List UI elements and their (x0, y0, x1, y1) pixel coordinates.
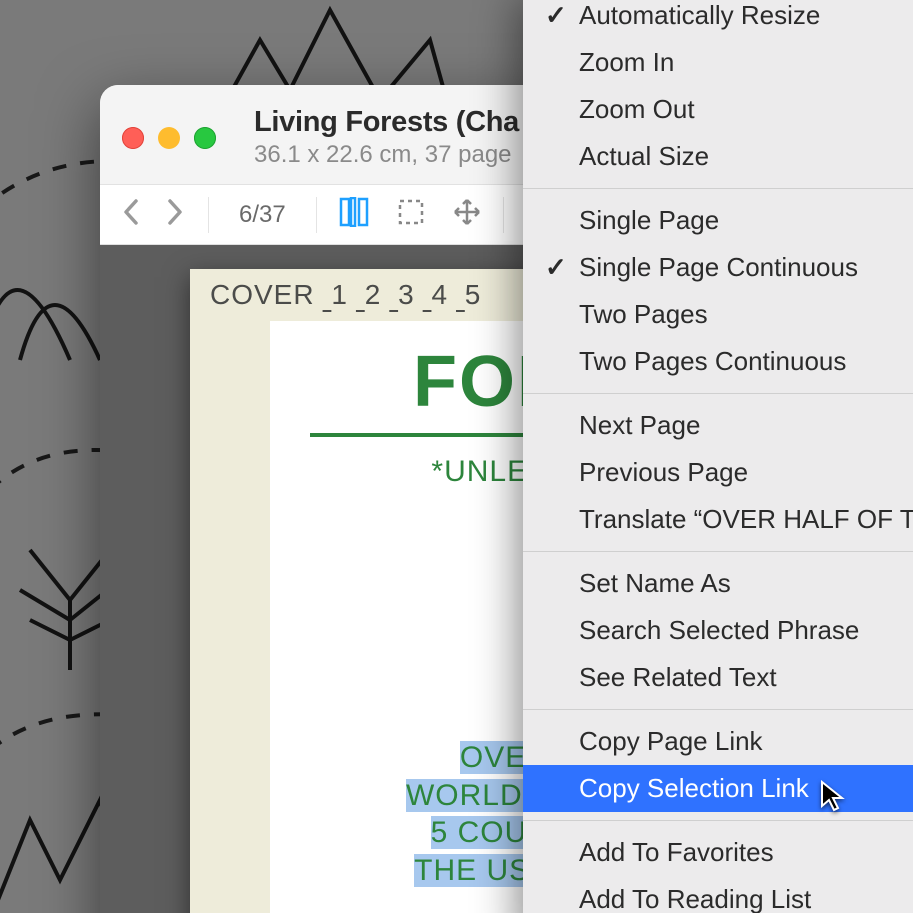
page-nav-4[interactable]: 4 (431, 279, 448, 311)
menu-separator (523, 393, 913, 394)
menu-item-previous-page[interactable]: Previous Page (523, 449, 913, 496)
forward-button[interactable] (162, 197, 186, 232)
menu-item-copy-selection-link[interactable]: Copy Selection Link (523, 765, 913, 812)
zoom-button[interactable] (194, 127, 216, 149)
page-nav-3[interactable]: 3 (398, 279, 415, 311)
menu-item-single-page-continuous[interactable]: Single Page Continuous (523, 244, 913, 291)
context-menu[interactable]: Automatically ResizeZoom InZoom OutActua… (523, 0, 913, 913)
divider (503, 197, 504, 233)
mouse-cursor-icon (820, 780, 846, 806)
menu-item-translate-over-half-of-th[interactable]: Translate “OVER HALF OF TH (523, 496, 913, 543)
window-title: Living Forests (Cha (254, 106, 519, 139)
text-select-tool-icon[interactable] (339, 197, 369, 232)
page-nav-1[interactable]: 1 (331, 279, 348, 311)
minimize-button[interactable] (158, 127, 180, 149)
menu-item-copy-page-link[interactable]: Copy Page Link (523, 718, 913, 765)
menu-separator (523, 820, 913, 821)
menu-item-zoom-out[interactable]: Zoom Out (523, 86, 913, 133)
menu-item-next-page[interactable]: Next Page (523, 402, 913, 449)
menu-item-zoom-in[interactable]: Zoom In (523, 39, 913, 86)
window-subtitle: 36.1 x 22.6 cm, 37 page (254, 141, 519, 169)
menu-item-see-related-text[interactable]: See Related Text (523, 654, 913, 701)
menu-item-set-name-as[interactable]: Set Name As (523, 560, 913, 607)
page-nav-2[interactable]: 2 (365, 279, 382, 311)
title-block: Living Forests (Cha 36.1 x 22.6 cm, 37 p… (254, 106, 519, 169)
menu-item-add-to-favorites[interactable]: Add To Favorites (523, 829, 913, 876)
menu-item-two-pages[interactable]: Two Pages (523, 291, 913, 338)
page-nav-cover[interactable]: COVER (210, 279, 315, 311)
menu-separator (523, 709, 913, 710)
divider (208, 197, 209, 233)
move-tool-icon[interactable] (453, 198, 481, 231)
menu-separator (523, 551, 913, 552)
menu-item-two-pages-continuous[interactable]: Two Pages Continuous (523, 338, 913, 385)
menu-item-search-selected-phrase[interactable]: Search Selected Phrase (523, 607, 913, 654)
divider (316, 197, 317, 233)
menu-item-add-to-reading-list[interactable]: Add To Reading List (523, 876, 913, 913)
marquee-select-tool-icon[interactable] (397, 198, 425, 231)
close-button[interactable] (122, 127, 144, 149)
traffic-lights (122, 127, 216, 149)
menu-item-actual-size[interactable]: Actual Size (523, 133, 913, 180)
menu-separator (523, 188, 913, 189)
menu-item-automatically-resize[interactable]: Automatically Resize (523, 0, 913, 39)
page-indicator[interactable]: 6/37 (231, 201, 294, 229)
page-nav-5[interactable]: 5 (465, 279, 482, 311)
back-button[interactable] (120, 197, 144, 232)
menu-item-single-page[interactable]: Single Page (523, 197, 913, 244)
